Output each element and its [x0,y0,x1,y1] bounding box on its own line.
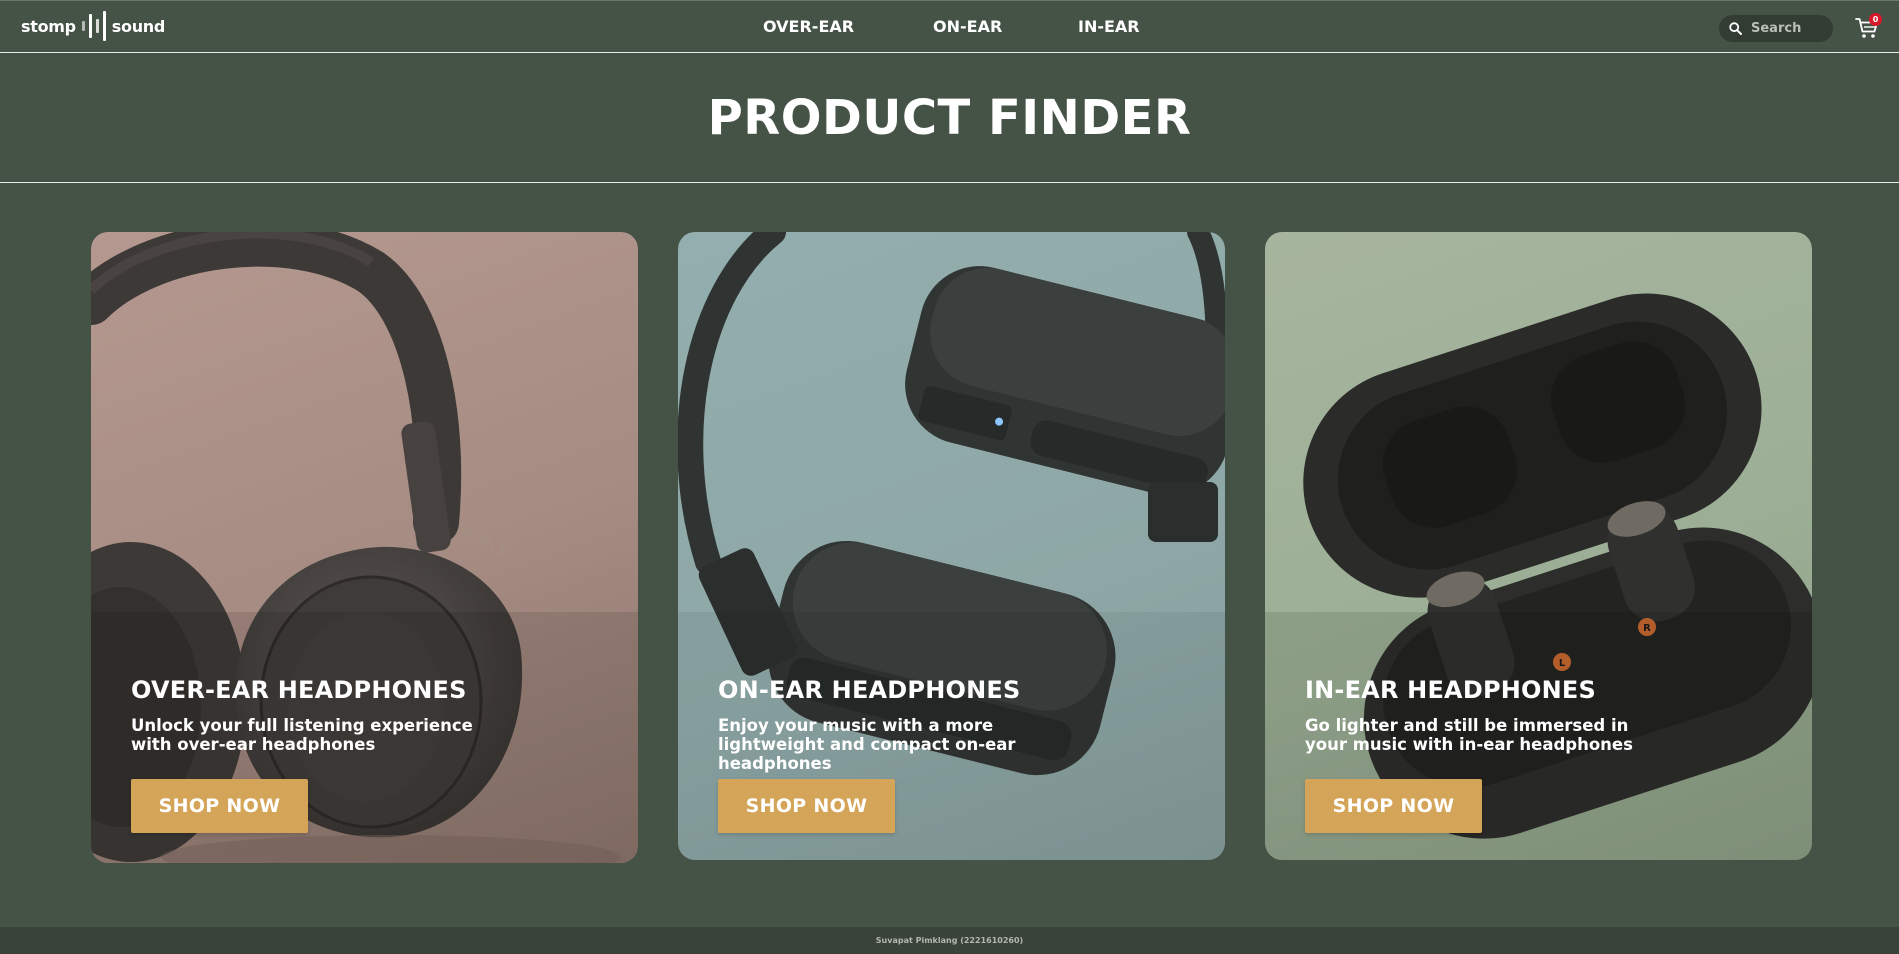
page-title: PRODUCT FINDER [707,90,1192,146]
nav-link-in-ear[interactable]: IN-EAR [1078,17,1140,36]
shop-now-button[interactable]: SHOP NOW [131,779,308,833]
card-description: Enjoy your music with a more lightweight… [718,716,1016,773]
card-title: IN-EAR HEADPHONES [1305,676,1597,704]
card-title: ON-EAR HEADPHONES [718,676,1021,704]
site-logo[interactable]: stomp sound [21,10,165,42]
card-description: Unlock your full listening experience wi… [131,716,473,754]
main-nav: OVER-EAR ON-EAR IN-EAR [763,17,1140,36]
card-description: Go lighter and still be immersed in your… [1305,716,1633,754]
search-input[interactable] [1751,21,1821,36]
shop-now-button[interactable]: SHOP NOW [718,779,895,833]
shop-now-button[interactable]: SHOP NOW [1305,779,1482,833]
sony-brand-mark: SONY [459,524,511,560]
product-card-over-ear[interactable]: SONY OVER-EAR HEADPHONES Unlock your ful… [91,232,638,863]
card-content: IN-EAR HEADPHONES Go lighter and still b… [1305,676,1775,754]
page-footer: Suvapat Pimklang (2221610260) [0,927,1899,954]
card-content: ON-EAR HEADPHONES Enjoy your music with … [718,676,1188,773]
product-card-in-ear[interactable]: L R IN-EAR HEADPHONES Go lighter and sti… [1265,232,1812,860]
top-navbar: stomp sound OVER-EAR ON-EAR IN-EAR 0 [0,0,1899,53]
logo-text-right: sound [111,16,166,36]
search-icon [1729,22,1742,35]
title-divider [0,182,1899,183]
in-ear-earbuds-case-image: L R [1265,293,1812,860]
cart-button[interactable]: 0 [1855,13,1883,42]
nav-link-on-ear[interactable]: ON-EAR [933,17,1078,36]
footer-credit: Suvapat Pimklang (2221610260) [875,936,1024,945]
sound-wave-icon [81,11,106,41]
over-ear-headphones-image: SONY [91,232,638,863]
card-content: OVER-EAR HEADPHONES Unlock your full lis… [131,676,601,754]
logo-text-left: stomp [21,16,76,36]
card-title: OVER-EAR HEADPHONES [131,676,467,704]
cart-count-badge: 0 [1869,13,1882,26]
nav-link-over-ear[interactable]: OVER-EAR [763,17,933,36]
product-card-on-ear[interactable]: ON-EAR HEADPHONES Enjoy your music with … [678,232,1225,860]
search-box[interactable] [1719,15,1833,42]
